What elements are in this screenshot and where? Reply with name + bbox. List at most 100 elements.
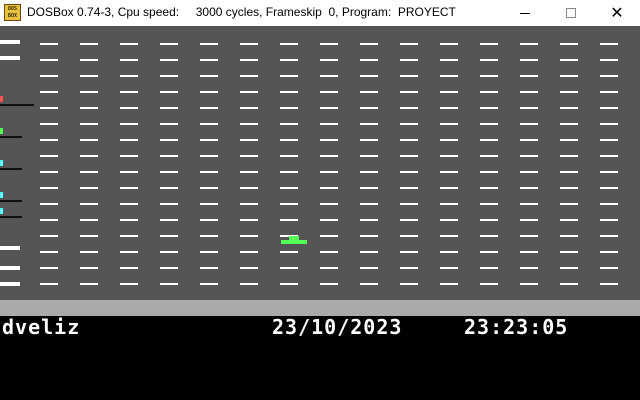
- lane-dash: [120, 43, 138, 45]
- lane-dash: [560, 155, 578, 157]
- lane-dash: [120, 171, 138, 173]
- lane-dash: [560, 75, 578, 77]
- lane-dash: [200, 59, 218, 61]
- lane-dash: [480, 107, 498, 109]
- lane-dash: [400, 283, 418, 285]
- lane-dash: [280, 267, 298, 269]
- lane-dash: [200, 235, 218, 237]
- lane-dash: [280, 219, 298, 221]
- icon-text-bottom: BOX: [7, 13, 18, 19]
- window-title: DOSBox 0.74-3, Cpu speed: 3000 cycles, F…: [27, 5, 456, 19]
- lane-dash: [160, 139, 178, 141]
- lane-dash: [80, 139, 98, 141]
- lane-dash: [120, 123, 138, 125]
- lane-dash: [400, 91, 418, 93]
- maximize-button[interactable]: [548, 0, 594, 26]
- lane-dash: [600, 251, 618, 253]
- lane-dash: [360, 43, 378, 45]
- lane-dash: [520, 75, 538, 77]
- lane-dash: [280, 123, 298, 125]
- lane-dash: [160, 251, 178, 253]
- enemy-car-marker: [0, 96, 3, 102]
- lane-dash: [240, 267, 258, 269]
- lane-dash: [160, 123, 178, 125]
- lane-dash: [400, 203, 418, 205]
- enemy-car-marker: [0, 192, 3, 198]
- lane-dash: [560, 235, 578, 237]
- lane-dash: [520, 59, 538, 61]
- lane-dash: [200, 267, 218, 269]
- lane-dash: [200, 43, 218, 45]
- side-lane-line: [0, 136, 22, 138]
- lane-dash: [400, 267, 418, 269]
- lane-dash: [400, 251, 418, 253]
- lane-dash: [560, 91, 578, 93]
- lane-dash: [600, 267, 618, 269]
- lane-dash: [600, 187, 618, 189]
- lane-dash: [400, 139, 418, 141]
- player-car-body: [281, 240, 307, 244]
- lane-dash: [520, 251, 538, 253]
- lane-dash: [360, 219, 378, 221]
- lane-dash: [200, 75, 218, 77]
- lane-dash: [320, 107, 338, 109]
- lane-dash: [240, 59, 258, 61]
- road-edge-mark: [0, 56, 20, 60]
- dosbox-app-icon[interactable]: DOS BOX: [4, 4, 21, 21]
- lane-dash: [560, 107, 578, 109]
- lane-dash: [200, 219, 218, 221]
- lane-dash: [400, 155, 418, 157]
- lane-dash: [320, 139, 338, 141]
- lane-dash: [600, 107, 618, 109]
- lane-dash: [120, 139, 138, 141]
- lane-dash: [280, 91, 298, 93]
- lane-dash: [120, 155, 138, 157]
- lane-dash: [480, 123, 498, 125]
- status-date: 23/10/2023: [272, 315, 403, 339]
- lane-dash: [320, 219, 338, 221]
- minimize-button[interactable]: [502, 0, 548, 26]
- enemy-car-marker: [0, 128, 3, 134]
- lane-dash: [560, 139, 578, 141]
- lane-dash: [400, 107, 418, 109]
- lane-dash: [360, 251, 378, 253]
- lane-dash: [560, 59, 578, 61]
- lane-dash: [280, 75, 298, 77]
- lane-dash: [80, 187, 98, 189]
- lane-dash: [160, 235, 178, 237]
- title-bar[interactable]: DOS BOX DOSBox 0.74-3, Cpu speed: 3000 c…: [0, 0, 640, 26]
- lane-dash: [120, 203, 138, 205]
- lane-dash: [400, 187, 418, 189]
- lane-dash: [440, 171, 458, 173]
- lane-dash: [40, 43, 58, 45]
- road-edge-mark: [0, 246, 20, 250]
- player-car: [281, 236, 307, 248]
- lane-dash: [80, 107, 98, 109]
- lane-dash: [560, 171, 578, 173]
- lane-dash: [80, 43, 98, 45]
- status-divider: [0, 300, 640, 316]
- lane-dash: [240, 251, 258, 253]
- lane-dash: [160, 171, 178, 173]
- lane-dash: [40, 75, 58, 77]
- minimize-icon: [520, 13, 530, 14]
- close-button[interactable]: ✕: [594, 0, 640, 26]
- lane-dash: [480, 251, 498, 253]
- lane-dash: [320, 187, 338, 189]
- lane-dash: [520, 43, 538, 45]
- lane-dash: [160, 43, 178, 45]
- lane-dash: [360, 139, 378, 141]
- lane-dash: [160, 283, 178, 285]
- lane-dash: [40, 187, 58, 189]
- road-edge-mark: [0, 266, 20, 270]
- lane-dash: [240, 171, 258, 173]
- lane-dash: [360, 267, 378, 269]
- lane-dash: [280, 107, 298, 109]
- lane-dash: [360, 123, 378, 125]
- dos-screen[interactable]: dveliz 23/10/2023 23:23:05: [0, 26, 640, 400]
- lane-dash: [480, 283, 498, 285]
- lane-dash: [360, 107, 378, 109]
- lane-dash: [440, 267, 458, 269]
- lane-dash: [520, 235, 538, 237]
- lane-dash: [600, 75, 618, 77]
